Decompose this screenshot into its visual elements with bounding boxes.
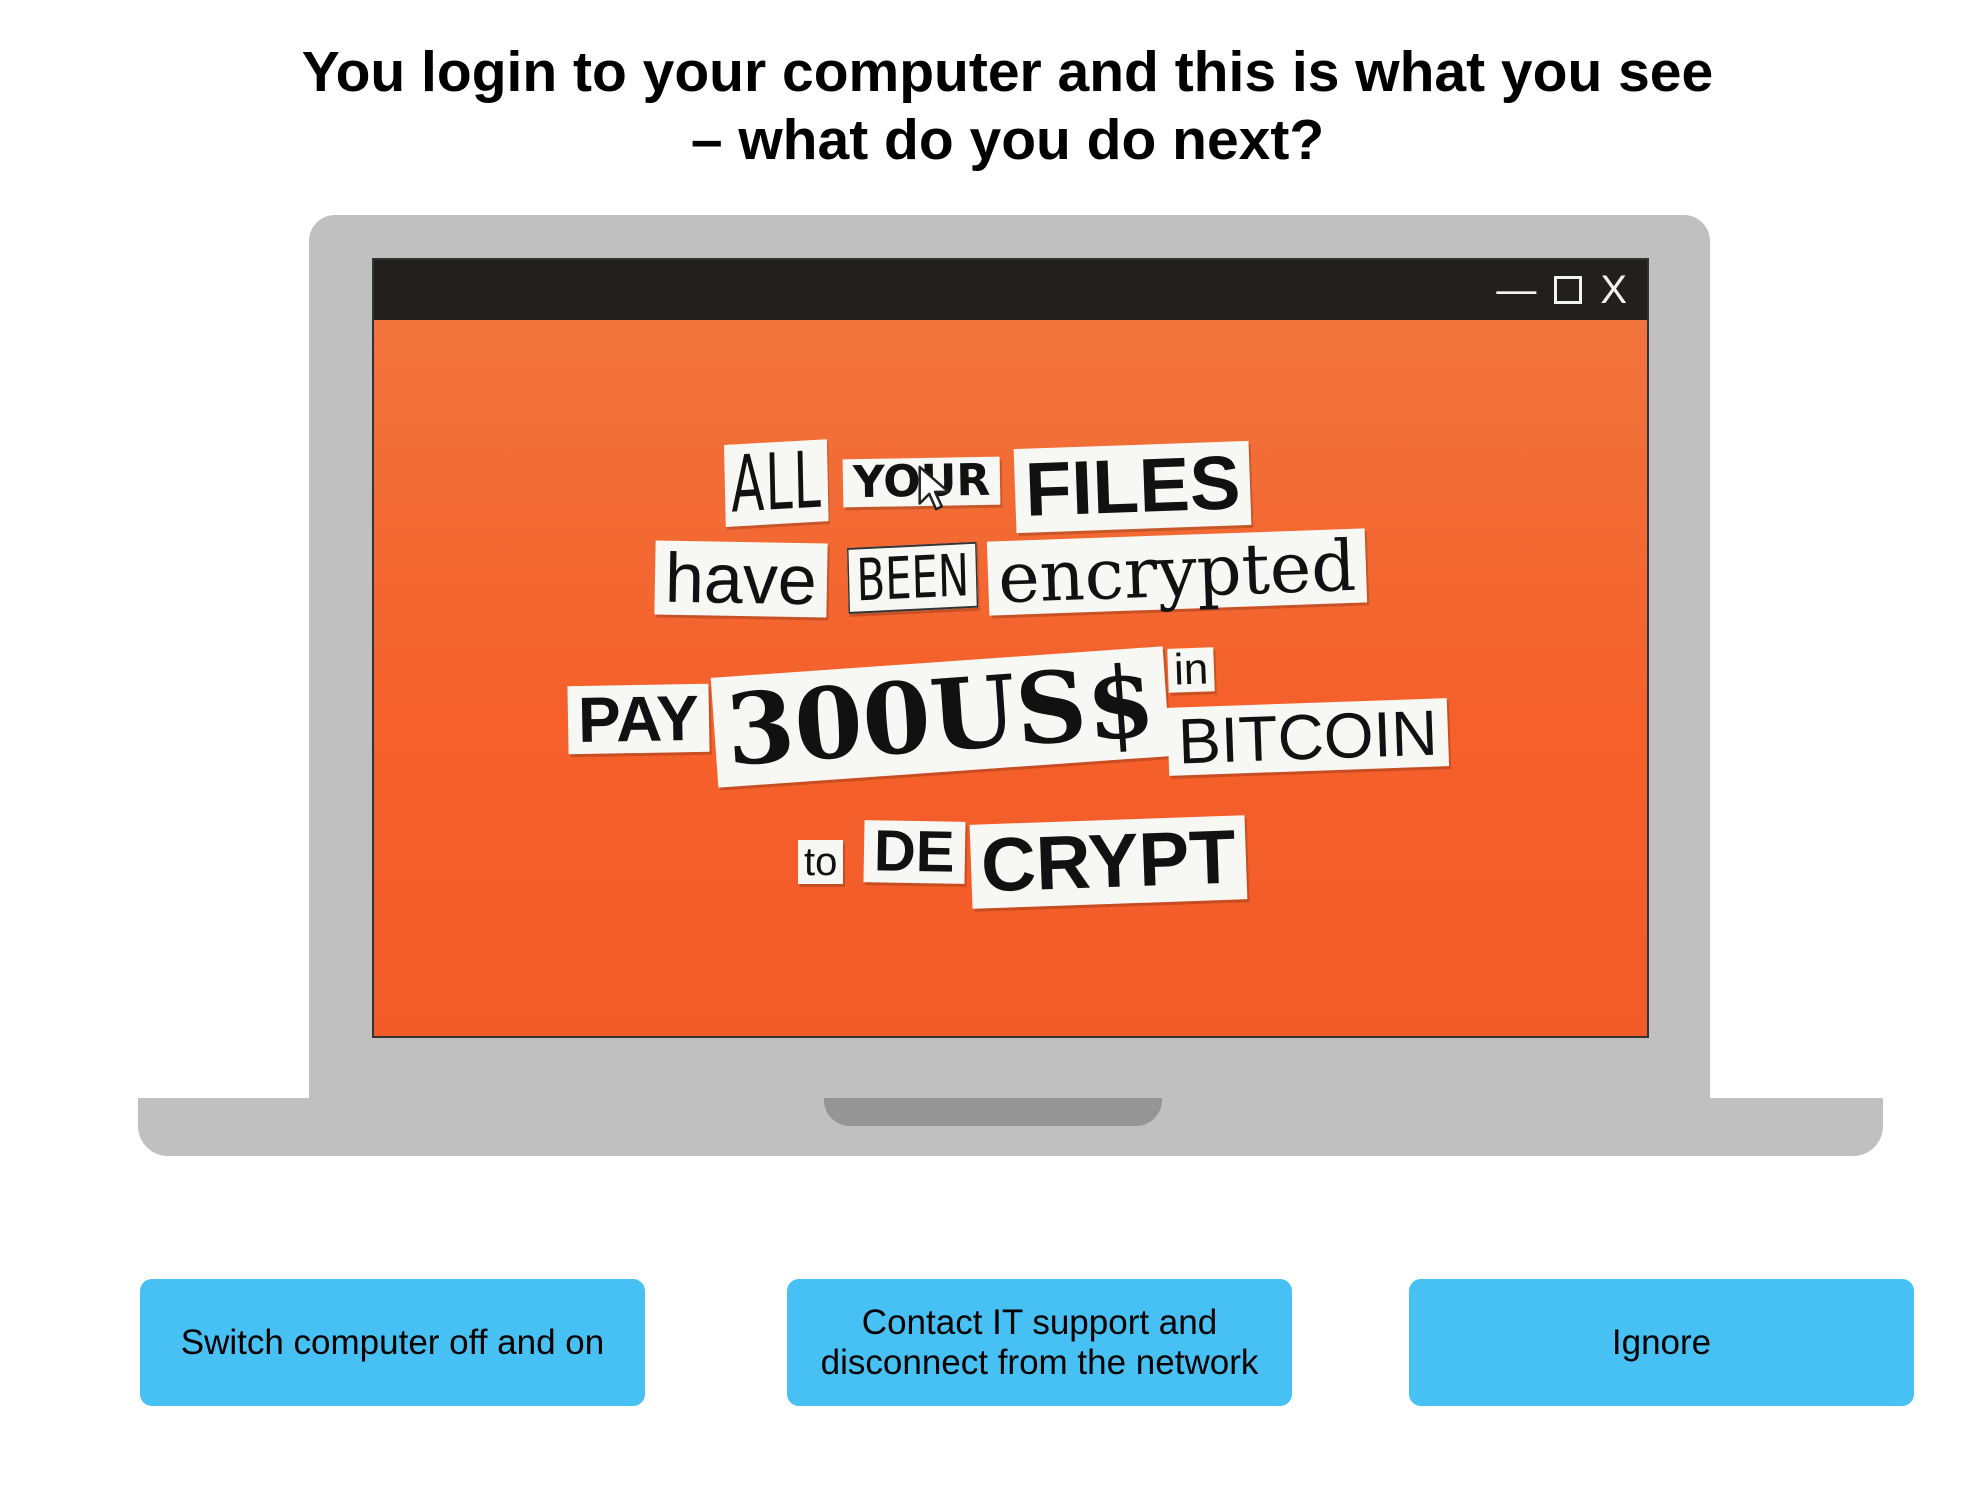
- laptop-notch: [824, 1098, 1162, 1126]
- ransom-word-to: to: [798, 840, 844, 884]
- answer-button-ignore[interactable]: Ignore: [1409, 1279, 1914, 1406]
- ransom-word-in: in: [1167, 644, 1216, 695]
- ransom-word-files: FILES: [1013, 440, 1252, 534]
- minimize-icon[interactable]: —: [1496, 268, 1536, 312]
- answer-button-contact-it[interactable]: Contact IT support and disconnect from t…: [787, 1279, 1292, 1406]
- question-title: You login to your computer and this is w…: [0, 38, 1985, 174]
- window-controls: — X: [1496, 268, 1627, 312]
- ransom-screen: ALL YOUR FILES have BEEN encrypted PAY 3…: [374, 320, 1647, 1036]
- ransom-word-de: DE: [863, 818, 966, 885]
- question-line-2: – what do you do next?: [690, 108, 1325, 172]
- mouse-cursor-icon: [918, 465, 950, 511]
- window-titlebar: — X: [374, 260, 1647, 320]
- close-icon[interactable]: X: [1600, 268, 1627, 312]
- ransom-word-been: BEEN: [847, 541, 979, 615]
- ransom-word-have: have: [654, 539, 828, 619]
- ransom-word-pay: PAY: [567, 682, 710, 756]
- ransomware-window: — X ALL YOUR FILES have BEEN encrypted P…: [372, 258, 1649, 1038]
- maximize-icon[interactable]: [1554, 276, 1583, 304]
- ransom-word-bitcoin: BITCOIN: [1166, 696, 1449, 778]
- ransom-word-encrypted: encrypted: [986, 525, 1368, 619]
- question-line-1: You login to your computer and this is w…: [301, 40, 1714, 104]
- ransom-word-all: ALL: [724, 436, 829, 531]
- ransom-word-crypt: CRYPT: [969, 815, 1248, 909]
- answer-button-restart[interactable]: Switch computer off and on: [140, 1279, 645, 1406]
- ransom-amount: 300US$: [710, 644, 1171, 789]
